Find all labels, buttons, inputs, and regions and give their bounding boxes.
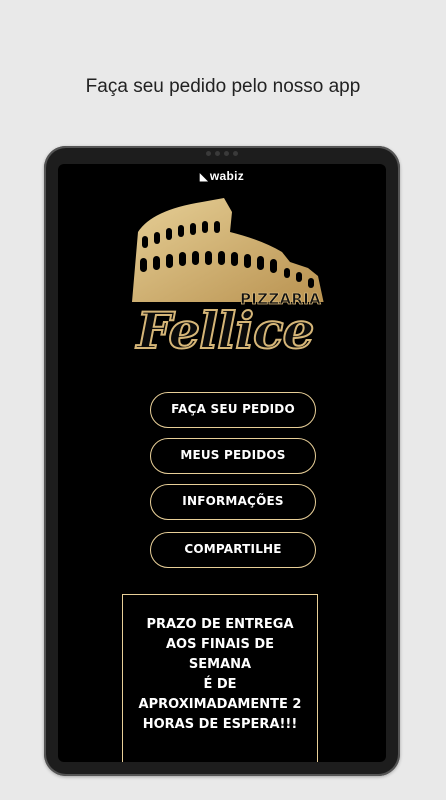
tablet-frame: ◣ wabiz PIZZARIA Fellice FAÇA SEU PEDIDO… — [44, 146, 400, 776]
wabiz-logo-icon: ◣ — [199, 172, 208, 183]
delivery-notice: PRAZO DE ENTREGA AOS FINAIS DE SEMANA É … — [122, 594, 318, 762]
brand-name: wabiz — [209, 169, 245, 183]
notice-line: HORAS DE ESPERA!!! — [142, 717, 298, 732]
notice-line: APROXIMADAMENTE 2 — [138, 697, 302, 712]
order-button[interactable]: FAÇA SEU PEDIDO — [150, 392, 316, 428]
page-headline: Faça seu pedido pelo nosso app — [85, 76, 361, 97]
camera-dots — [198, 151, 246, 157]
notice-line: AOS FINAIS DE SEMANA — [165, 637, 275, 672]
my-orders-button[interactable]: MEUS PEDIDOS — [150, 438, 316, 474]
logo-fellice-word: Fellice — [136, 300, 316, 361]
information-button[interactable]: INFORMAÇÕES — [150, 484, 316, 520]
wabiz-brand: ◣ wabiz — [58, 169, 386, 183]
app-screen: ◣ wabiz PIZZARIA Fellice FAÇA SEU PEDIDO… — [58, 164, 386, 762]
notice-line: PRAZO DE ENTREGA — [146, 617, 294, 632]
notice-line: É DE — [203, 677, 237, 692]
share-button[interactable]: COMPARTILHE — [150, 532, 316, 568]
